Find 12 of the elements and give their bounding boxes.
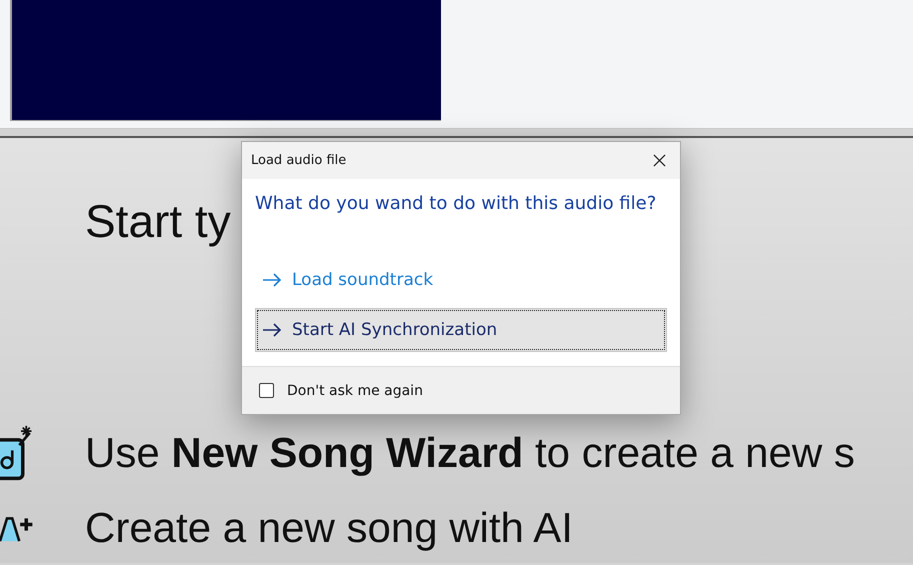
option-button[interactable]: Start AI Synchronization (255, 308, 667, 352)
checkbox-label: Don't ask me again (287, 382, 423, 398)
dialog-question: What do you wand to do with this audio file? (255, 193, 658, 214)
start-option-text: Use New Song Wizard to create a new s (84, 429, 855, 477)
checkbox[interactable] (259, 383, 274, 398)
arrow-icon (262, 273, 282, 287)
dialog-title: Load audio file (251, 153, 346, 168)
page-heading: Start ty (85, 194, 231, 248)
close-icon[interactable] (653, 154, 666, 167)
option-button[interactable]: Load soundtrack (255, 258, 667, 302)
start-option-text: Create a new song with AI (84, 504, 573, 552)
arrow-icon (262, 323, 282, 337)
